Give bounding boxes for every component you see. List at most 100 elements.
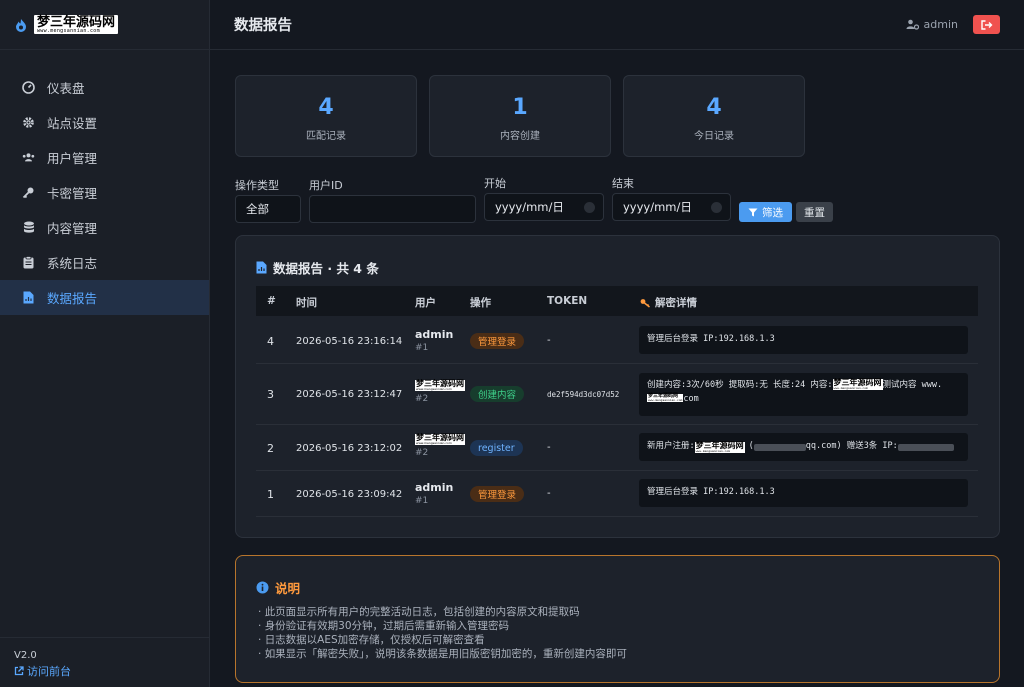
content-logo: 梦三年源码网 www.mengsannian.com xyxy=(694,440,745,453)
stat-card-today: 4 今日记录 xyxy=(623,75,805,157)
list-item: 日志数据以AES加密存储，仅授权后可解密查看 xyxy=(258,633,627,647)
redacted-ip xyxy=(897,443,954,451)
key-icon xyxy=(22,186,35,199)
table-row: 4 2026-05-16 23:16:14 admin #1 管理登录 - 管理… xyxy=(256,316,978,364)
row-time: 2026-05-16 23:09:42 xyxy=(296,489,403,500)
calendar-icon[interactable] xyxy=(584,202,595,213)
page-title: 数据报告 xyxy=(234,18,292,34)
content-logo: 梦三年源码网 www.mengsannian.com xyxy=(647,393,684,403)
info-icon xyxy=(256,581,269,594)
external-link-icon xyxy=(14,666,24,676)
uid-filter-label: 用户ID xyxy=(309,179,343,192)
column-header: 用户 xyxy=(415,297,436,309)
file-chart-icon xyxy=(256,261,267,274)
note-title: 说明 xyxy=(256,578,300,597)
key-icon xyxy=(640,298,650,308)
sidebar-item-site-settings[interactable]: 站点设置 xyxy=(0,105,209,140)
stat-value: 4 xyxy=(706,95,722,120)
sidebar-item-label: 数据报告 xyxy=(47,291,98,306)
row-number: 1 xyxy=(267,488,274,501)
row-token: - xyxy=(547,335,551,346)
start-date-input[interactable]: yyyy/mm/日 xyxy=(484,193,604,221)
stat-label: 匹配记录 xyxy=(306,131,346,142)
row-user: 梦三年源码网 www.mengsannian.com #2 xyxy=(415,433,465,458)
sidebar-item-label: 卡密管理 xyxy=(47,186,98,201)
row-token: - xyxy=(547,442,551,453)
brand[interactable]: 梦三年源码网 www.mengsannian.com xyxy=(0,0,209,50)
row-time: 2026-05-16 23:12:02 xyxy=(296,443,403,454)
sidebar-item-users[interactable]: 用户管理 xyxy=(0,140,209,175)
sidebar-item-keys[interactable]: 卡密管理 xyxy=(0,175,209,210)
type-select[interactable]: 全部 xyxy=(235,195,301,223)
info-note: 说明 此页面显示所有用户的完整活动日志，包括创建的内容原文和提取码 身份验证有效… xyxy=(235,555,1000,683)
sidebar-item-label: 站点设置 xyxy=(47,116,98,131)
row-time: 2026-05-16 23:12:47 xyxy=(296,389,403,400)
table-row: 2 2026-05-16 23:12:02 梦三年源码网 www.mengsann… xyxy=(256,425,978,471)
row-number: 3 xyxy=(267,388,274,401)
table-row: 3 2026-05-16 23:12:47 梦三年源码网 www.mengsann… xyxy=(256,364,978,425)
row-token: de2f594d3dc07d52 xyxy=(547,390,620,399)
filter-button[interactable]: 筛选 xyxy=(739,202,792,222)
uid-input[interactable] xyxy=(309,195,476,223)
user-cog-icon xyxy=(906,19,919,30)
end-date-label: 结束 xyxy=(612,177,634,190)
clipboard-icon xyxy=(22,256,35,269)
username: admin xyxy=(923,18,958,31)
sidebar-item-dashboard[interactable]: 仪表盘 xyxy=(0,70,209,105)
sidebar-item-content[interactable]: 内容管理 xyxy=(0,210,209,245)
action-badge: register xyxy=(470,440,523,456)
sidebar-item-logs[interactable]: 系统日志 xyxy=(0,245,209,280)
user-logo: 梦三年源码网 www.mengsannian.com xyxy=(415,379,465,391)
row-time: 2026-05-16 23:16:14 xyxy=(296,336,403,347)
stat-label: 今日记录 xyxy=(694,131,734,142)
logout-button[interactable] xyxy=(973,15,1000,34)
decrypt-detail: 创建内容:3次/60秒 提取码:无 长度:24 内容: 梦三年源码网 www.men… xyxy=(639,373,968,416)
dashboard-icon xyxy=(22,81,35,94)
sidebar-item-label: 系统日志 xyxy=(47,256,98,271)
column-header: TOKEN xyxy=(547,295,588,307)
sidebar-item-reports[interactable]: 数据报告 xyxy=(0,280,209,315)
report-title: 数据报告 · 共 4 条 xyxy=(256,258,379,277)
flame-icon xyxy=(16,18,26,32)
sidebar-item-label: 仪表盘 xyxy=(47,81,85,96)
sidebar: 梦三年源码网 www.mengsannian.com 仪表盘 站点设置 用户管理… xyxy=(0,0,210,687)
end-date-input[interactable]: yyyy/mm/日 xyxy=(612,193,731,221)
row-user: 梦三年源码网 www.mengsannian.com #2 xyxy=(415,379,465,404)
note-list: 此页面显示所有用户的完整活动日志，包括创建的内容原文和提取码 身份验证有效期30… xyxy=(258,605,627,661)
type-filter-label: 操作类型 xyxy=(235,179,279,192)
table-row: 1 2026-05-16 23:09:42 admin #1 管理登录 - 管理… xyxy=(256,471,978,517)
action-badge: 管理登录 xyxy=(470,486,525,502)
users-icon xyxy=(22,151,35,164)
stat-value: 4 xyxy=(318,95,334,120)
stat-value: 1 xyxy=(512,95,528,120)
brand-logo: 梦三年源码网 www.mengsannian.com xyxy=(34,15,119,34)
column-header: 时间 xyxy=(296,297,317,309)
action-badge: 创建内容 xyxy=(470,386,525,402)
visit-front-link[interactable]: 访问前台 xyxy=(14,663,195,679)
stat-card-matched: 4 匹配记录 xyxy=(235,75,417,157)
decrypt-detail: 新用户注册: 梦三年源码网 www.mengsannian.com (qq.com)… xyxy=(639,433,968,461)
table-header: # 时间 用户 操作 TOKEN 解密详情 xyxy=(256,286,978,316)
report-panel: 数据报告 · 共 4 条 # 时间 用户 操作 TOKEN 解密详情 4 202… xyxy=(235,235,1000,538)
list-item: 身份验证有效期30分钟，过期后需重新输入管理密码 xyxy=(258,619,627,633)
stat-card-created: 1 内容创建 xyxy=(429,75,611,157)
redacted-email xyxy=(753,443,806,451)
user-logo: 梦三年源码网 www.mengsannian.com xyxy=(415,433,465,445)
sidebar-item-label: 用户管理 xyxy=(47,151,98,166)
decrypt-detail: 管理后台登录 IP:192.168.1.3 xyxy=(639,479,968,507)
row-number: 4 xyxy=(267,335,274,348)
file-chart-icon xyxy=(22,291,35,304)
column-header: 操作 xyxy=(470,297,491,309)
list-item: 此页面显示所有用户的完整活动日志，包括创建的内容原文和提取码 xyxy=(258,605,627,619)
reset-button[interactable]: 重置 xyxy=(796,202,833,222)
start-date-label: 开始 xyxy=(484,177,506,190)
sidebar-nav: 仪表盘 站点设置 用户管理 卡密管理 内容管理 系统日志 数据报告 xyxy=(0,70,209,315)
calendar-icon[interactable] xyxy=(711,202,722,213)
database-icon xyxy=(22,221,35,234)
list-item: 如果显示「解密失败」，说明该条数据是用旧版密钥加密的，重新创建内容即可 xyxy=(258,647,627,661)
column-header: # xyxy=(267,295,276,307)
row-token: - xyxy=(547,488,551,499)
user-info: admin xyxy=(906,15,1000,34)
row-user: admin #1 xyxy=(415,481,454,506)
decrypt-detail: 管理后台登录 IP:192.168.1.3 xyxy=(639,326,968,354)
